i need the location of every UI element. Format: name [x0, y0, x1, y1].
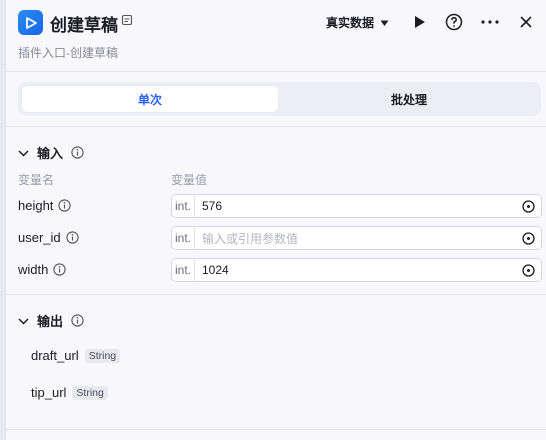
output-name: tip_url	[31, 385, 67, 400]
param-label-width: width	[18, 262, 67, 277]
data-mode-dropdown[interactable]: 真实数据	[326, 14, 389, 31]
caret-down-icon	[380, 16, 389, 30]
divider	[6, 429, 546, 430]
panel-header: 创建草稿 插件入口-创建草稿 真实数据	[6, 0, 546, 72]
user-id-input[interactable]: int. 输入或引用参数值	[171, 226, 542, 250]
variable-picker-icon[interactable]	[522, 232, 535, 245]
close-icon	[520, 16, 532, 28]
column-header-name: 变量名	[18, 173, 55, 187]
type-tag: int.	[172, 195, 195, 217]
column-header-value: 变量值	[171, 173, 208, 187]
param-label-height: height	[18, 198, 72, 213]
input-placeholder[interactable]: 输入或引用参数值	[195, 230, 541, 247]
param-name: width	[18, 262, 49, 277]
input-section-header[interactable]: 输入	[18, 143, 84, 162]
divider	[6, 294, 546, 295]
output-item-draft-url: draft_url String	[31, 348, 121, 363]
type-tag: int.	[172, 259, 195, 281]
info-icon[interactable]	[65, 231, 79, 244]
tab-single[interactable]: 单次	[22, 86, 278, 112]
param-name: user_id	[18, 230, 61, 245]
tab-batch[interactable]: 批处理	[281, 86, 537, 112]
help-button[interactable]	[443, 11, 465, 33]
mode-tabs: 单次 批处理	[18, 82, 541, 116]
chevron-down-icon[interactable]	[18, 313, 29, 328]
output-section-header[interactable]: 输出	[18, 311, 84, 330]
output-name: draft_url	[31, 348, 79, 363]
output-item-tip-url: tip_url String	[31, 385, 108, 400]
output-section-title: 输出	[37, 314, 64, 329]
height-input[interactable]: int. 576	[171, 194, 542, 218]
param-name: height	[18, 198, 54, 213]
info-icon[interactable]	[58, 199, 72, 212]
more-button[interactable]	[479, 11, 501, 33]
type-tag: int.	[172, 227, 195, 249]
variable-picker-icon[interactable]	[522, 200, 535, 213]
edit-title-icon[interactable]	[121, 14, 133, 29]
more-icon	[481, 20, 499, 24]
node-config-panel: 创建草稿 插件入口-创建草稿 真实数据 单次 批处理 输入 变量名 变量值 he…	[5, 0, 546, 440]
width-input[interactable]: int. 1024	[171, 258, 542, 282]
divider	[6, 126, 546, 127]
input-value[interactable]: 1024	[195, 263, 541, 277]
play-icon	[414, 16, 425, 28]
plugin-logo-icon	[18, 10, 43, 35]
page-subtitle: 插件入口-创建草稿	[18, 46, 118, 60]
input-value[interactable]: 576	[195, 199, 541, 213]
data-mode-label: 真实数据	[326, 16, 375, 30]
run-button[interactable]	[408, 11, 430, 33]
chevron-down-icon[interactable]	[18, 145, 29, 160]
page-title: 创建草稿	[50, 16, 118, 35]
help-icon	[445, 13, 463, 31]
input-section-title: 输入	[37, 146, 64, 161]
info-icon[interactable]	[53, 263, 67, 276]
info-icon[interactable]	[71, 314, 84, 327]
variable-picker-icon[interactable]	[522, 264, 535, 277]
close-button[interactable]	[515, 11, 537, 33]
param-label-user-id: user_id	[18, 230, 79, 245]
type-badge: String	[72, 385, 108, 400]
info-icon[interactable]	[71, 146, 84, 159]
type-badge: String	[84, 348, 121, 363]
